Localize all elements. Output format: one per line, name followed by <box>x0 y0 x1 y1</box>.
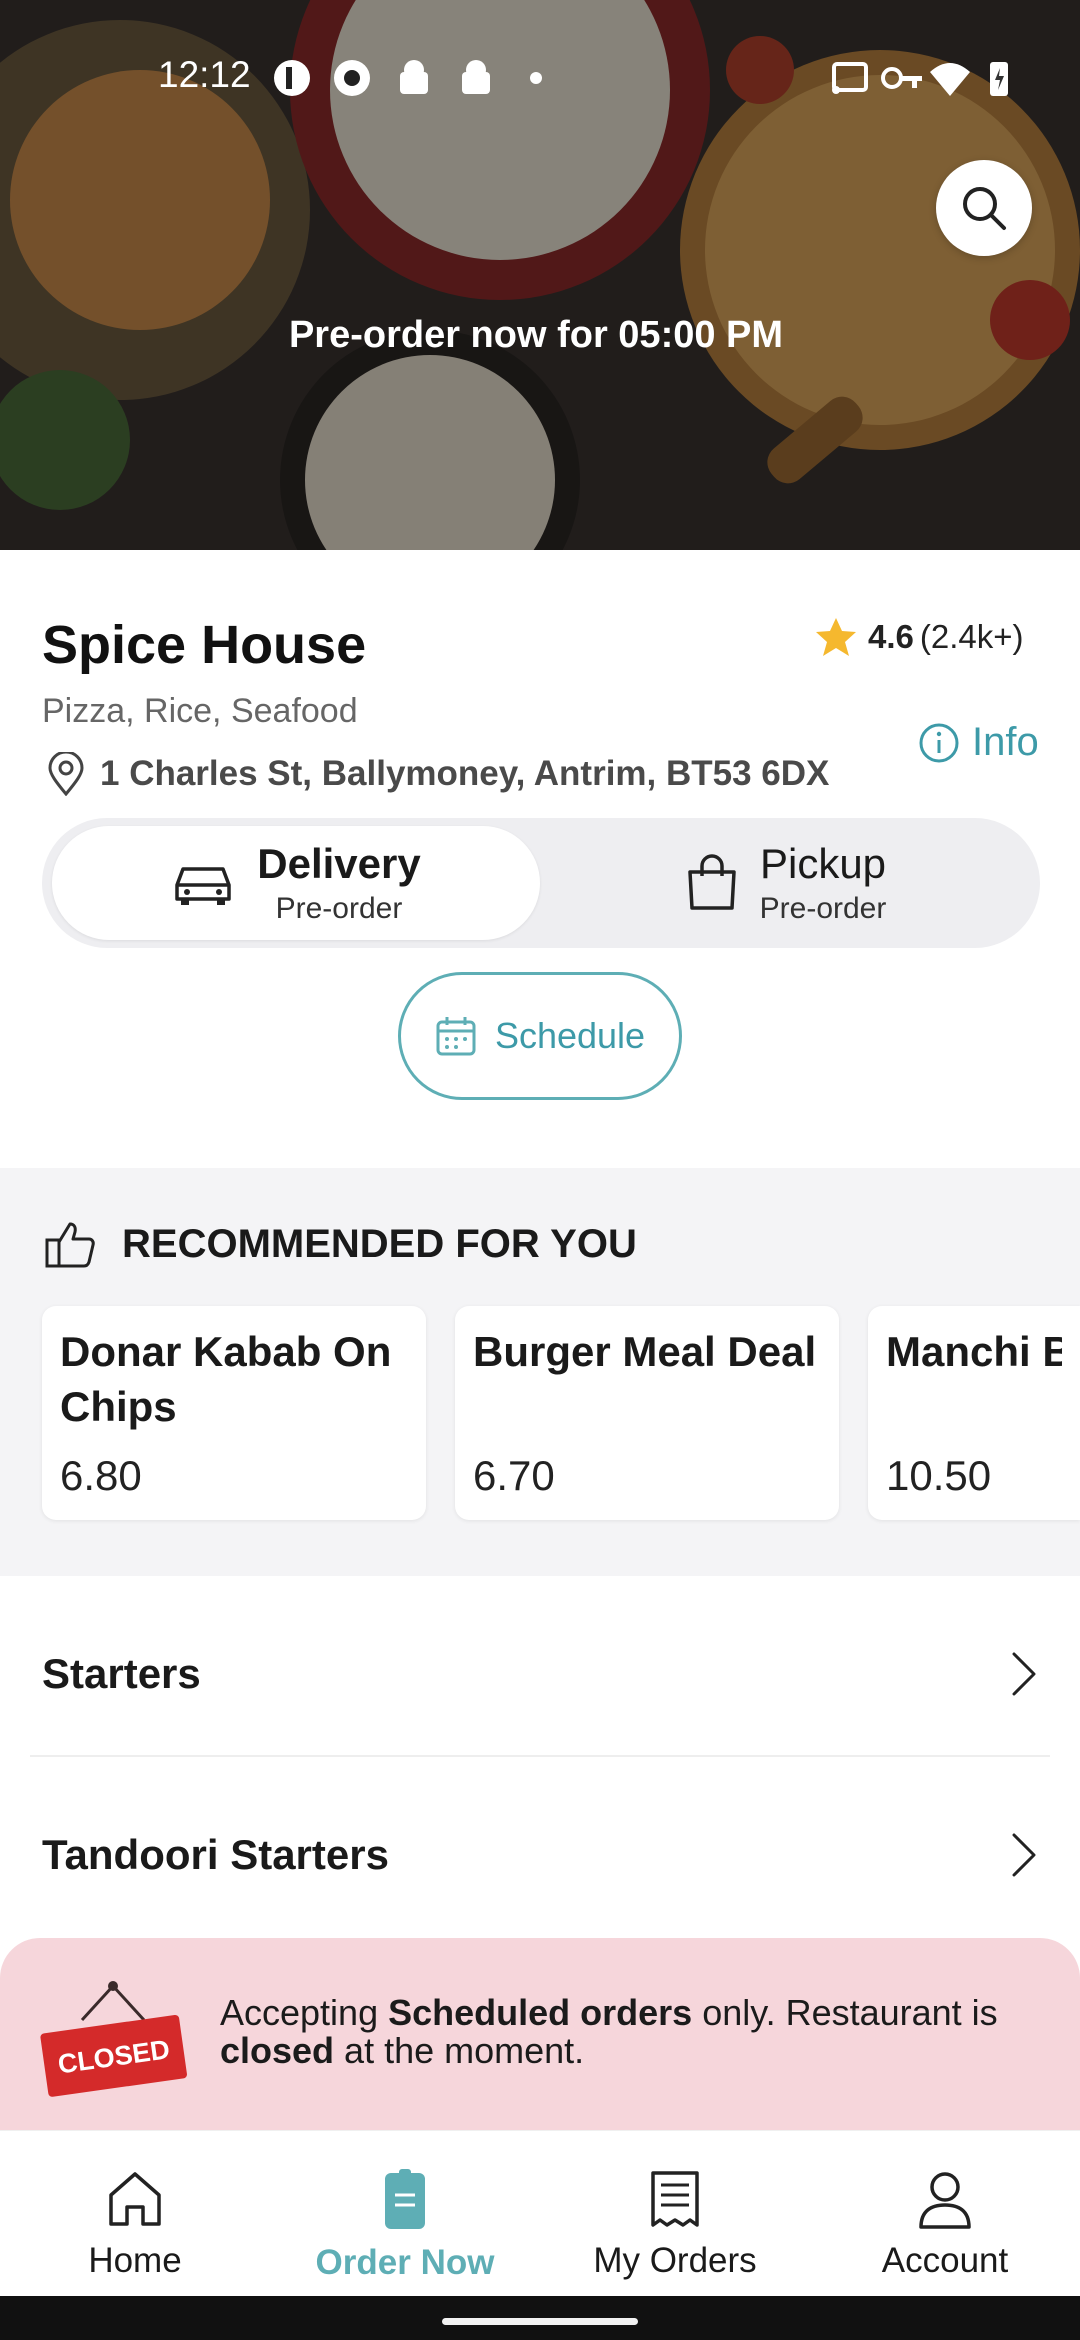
user-icon <box>919 2172 971 2229</box>
recommended-item-card[interactable]: Manchi B 10.50 <box>868 1306 1080 1576</box>
status-bar: 12:12 <box>0 46 1080 106</box>
battery-icon <box>990 62 1008 96</box>
rating-count: (2.4k+) <box>919 618 1024 655</box>
nav-home[interactable]: Home <box>0 2131 270 2296</box>
nav-order-now[interactable]: Order Now <box>270 2131 540 2296</box>
closed-message: Accepting Scheduled orders only. Restaur… <box>220 1994 1040 2070</box>
shopping-bag-icon <box>687 854 736 910</box>
thumbs-up-icon <box>45 1222 95 1268</box>
restaurant-name: Spice House <box>42 615 367 675</box>
recommended-item-card[interactable]: Burger Meal Deal 6.70 <box>455 1306 839 1576</box>
delivery-sublabel: Pre-order <box>275 892 403 925</box>
calendar-icon <box>436 1017 476 1056</box>
car-icon <box>175 867 232 905</box>
item-price: 10.50 <box>886 1452 992 1499</box>
closed-banner: CLOSED Accepting Scheduled orders only. … <box>0 1938 1080 2158</box>
chevron-right-icon <box>1012 1652 1036 1696</box>
closed-sign-icon: CLOSED <box>40 1981 187 2097</box>
category-label: Tandoori Starters <box>42 1831 389 1878</box>
schedule-label: Schedule <box>494 1015 646 1056</box>
nav-home-label: Home <box>88 2241 182 2280</box>
nav-account-label: Account <box>881 2241 1009 2280</box>
system-navigation-bar <box>0 2296 1080 2340</box>
rating: 4.6 (2.4k+) <box>814 616 1024 658</box>
status-time: 12:12 <box>158 54 251 95</box>
item-name: Manchi B <box>886 1328 1062 1375</box>
item-name: Burger Meal Deal <box>473 1328 817 1375</box>
nav-order-now-label: Order Now <box>315 2243 495 2282</box>
wifi-icon <box>930 63 970 96</box>
recommended-title: RECOMMENDED FOR YOU <box>122 1221 637 1266</box>
pickup-label: Pickup <box>759 840 887 887</box>
star-icon <box>816 618 856 656</box>
info-icon <box>919 723 959 762</box>
hero-banner: 12:12 Pre-order now for 05:00 PM <box>0 0 1080 550</box>
chevron-right-icon <box>1012 1833 1036 1877</box>
nav-my-orders-label: My Orders <box>593 2241 757 2280</box>
nav-my-orders[interactable]: My Orders <box>540 2131 810 2296</box>
divider <box>30 1755 1050 1757</box>
cast-icon <box>832 62 868 94</box>
delivery-option[interactable]: Delivery Pre-order <box>52 826 540 940</box>
vpn-key-icon <box>881 67 922 89</box>
recommended-section: RECOMMENDED FOR YOU Donar Kabab On Chips… <box>0 1168 1080 1576</box>
notification-dot-icon <box>530 72 542 84</box>
address-text: 1 Charles St, Ballymoney, Antrim, BT53 6… <box>100 754 830 793</box>
category-label: Starters <box>42 1650 201 1697</box>
sync-notification-icon <box>334 60 370 96</box>
order-icon <box>385 2169 425 2229</box>
android-icon <box>400 60 428 94</box>
home-icon <box>109 2172 161 2226</box>
pickup-sublabel: Pre-order <box>759 892 887 925</box>
delivery-label: Delivery <box>257 840 421 887</box>
cuisines: Pizza, Rice, Seafood <box>42 692 358 730</box>
item-price: 6.80 <box>60 1452 142 1499</box>
closed-msg-bold: Scheduled orders <box>388 1992 693 2033</box>
home-gesture-handle[interactable] <box>442 2318 638 2325</box>
address: 1 Charles St, Ballymoney, Antrim, BT53 6… <box>46 752 829 796</box>
recommended-item-card[interactable]: Donar Kabab On Chips 6.80 <box>42 1306 426 1576</box>
app-notification-icon <box>274 60 310 96</box>
preorder-time-text: Pre-order now for 05:00 PM <box>288 314 784 356</box>
android-icon <box>462 60 490 94</box>
bottom-navigation: Home Order Now My Orders Account <box>0 2130 1080 2296</box>
closed-msg-part: at the moment. <box>334 2030 585 2071</box>
location-pin-icon <box>48 752 84 796</box>
closed-msg-bold: closed <box>220 2030 335 2071</box>
info-label: Info <box>972 720 1039 764</box>
receipt-icon <box>651 2171 699 2227</box>
rating-score: 4.6 <box>868 618 914 655</box>
search-button[interactable] <box>936 160 1032 256</box>
recommended-header: RECOMMENDED FOR YOU <box>44 1220 637 1268</box>
order-mode-toggle: Delivery Pre-order Pickup Pre-order <box>42 818 1040 948</box>
item-name: Donar Kabab On Chips <box>60 1328 392 1430</box>
category-row-tandoori-starters[interactable]: Tandoori Starters <box>30 1805 1050 1905</box>
item-price: 6.70 <box>473 1452 555 1499</box>
info-button[interactable]: Info <box>918 720 1039 765</box>
category-row-starters[interactable]: Starters <box>30 1624 1050 1724</box>
pickup-option[interactable]: Pickup Pre-order <box>542 826 1030 940</box>
schedule-button[interactable]: Schedule <box>398 972 682 1100</box>
nav-account[interactable]: Account <box>810 2131 1080 2296</box>
closed-msg-part: only. Restaurant is <box>692 1992 998 2033</box>
closed-msg-part: Accepting <box>220 1992 389 2033</box>
search-icon <box>963 187 1006 230</box>
